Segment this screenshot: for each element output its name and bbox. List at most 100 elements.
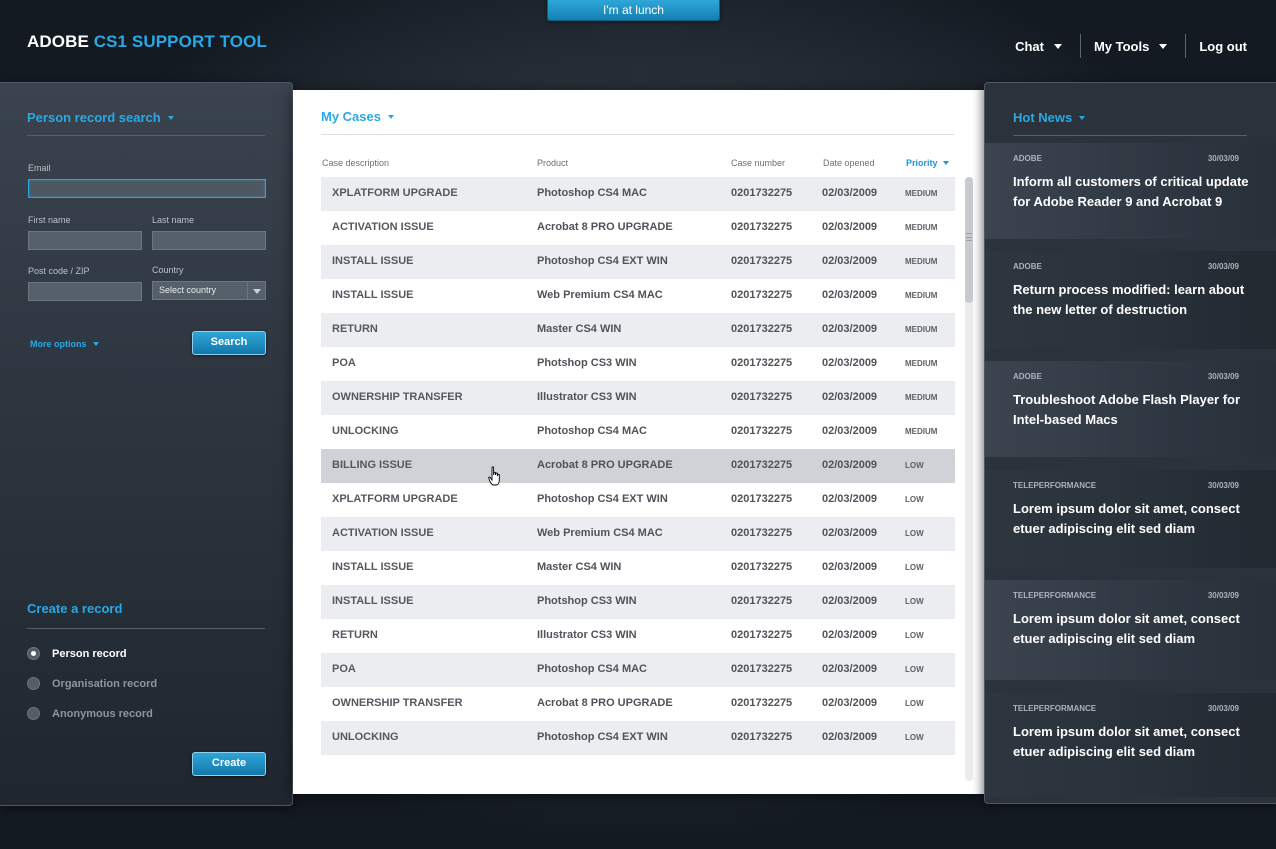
news-headline: Inform all customers of critical update … bbox=[1013, 174, 1249, 209]
column-header-date-opened[interactable]: Date opened bbox=[823, 158, 875, 168]
table-row[interactable]: INSTALL ISSUE Web Premium CS4 MAC 02017322… bbox=[321, 279, 955, 313]
first-name-field[interactable] bbox=[28, 231, 142, 250]
cell-case-description: OWNERSHIP TRANSFER bbox=[332, 391, 463, 403]
logout-label: Log out bbox=[1199, 38, 1247, 54]
more-options-toggle[interactable]: More options bbox=[30, 339, 99, 349]
radio-person-record[interactable]: Person record bbox=[27, 647, 127, 660]
cell-priority: MEDIUM bbox=[905, 359, 938, 368]
person-record-search-menu[interactable]: Person record search bbox=[27, 110, 174, 125]
divider bbox=[321, 134, 954, 135]
cell-case-description: POA bbox=[332, 357, 356, 369]
cell-date-opened: 02/03/2009 bbox=[822, 459, 878, 471]
last-name-label: Last name bbox=[152, 215, 195, 225]
table-row[interactable]: XPLATFORM UPGRADE Photoshop CS4 EXT WIN 02… bbox=[321, 483, 955, 517]
table-row[interactable]: INSTALL ISSUE Photoshop CS4 EXT WIN 020173… bbox=[321, 245, 955, 279]
cell-case-description: RETURN bbox=[332, 323, 378, 335]
table-row[interactable]: INSTALL ISSUE Photshop CS3 WIN 0201732275 0… bbox=[321, 585, 955, 619]
sort-descending-icon bbox=[942, 161, 949, 165]
cell-product: Photshop CS3 WIN bbox=[537, 357, 637, 369]
table-row[interactable]: UNLOCKING Photoshop CS4 EXT WIN 0201732275… bbox=[321, 721, 955, 755]
cell-case-description: ACTIVATION ISSUE bbox=[332, 221, 434, 233]
logout-link[interactable]: Log out bbox=[1199, 39, 1247, 54]
chevron-down-icon bbox=[1079, 115, 1086, 120]
app-title-prefix: ADOBE bbox=[27, 32, 89, 51]
hot-news-panel: Hot News ADOBE 30/03/09 Inform all custome… bbox=[984, 82, 1276, 804]
radio-anonymous-record[interactable]: Anonymous record bbox=[27, 707, 153, 720]
cell-case-description: UNLOCKING bbox=[332, 425, 399, 437]
news-source: ADOBE bbox=[1013, 262, 1042, 271]
radio-unchecked-icon bbox=[27, 677, 40, 690]
cell-product: Photoshop CS4 MAC bbox=[537, 663, 647, 675]
news-item[interactable]: TELEPERFORMANCE 30/03/09 Lorem ipsum dolor… bbox=[985, 470, 1276, 568]
cell-date-opened: 02/03/2009 bbox=[822, 391, 878, 403]
news-item[interactable]: TELEPERFORMANCE 30/03/09 Lorem ipsum dolor… bbox=[985, 693, 1276, 797]
chevron-down-icon bbox=[387, 114, 394, 119]
news-item[interactable]: TELEPERFORMANCE 30/03/09 Lorem ipsum dolor… bbox=[985, 580, 1276, 680]
cell-product: Acrobat 8 PRO UPGRADE bbox=[537, 459, 673, 471]
chat-menu[interactable]: Chat bbox=[1015, 39, 1062, 54]
news-date: 30/03/09 bbox=[1207, 154, 1239, 163]
cell-date-opened: 02/03/2009 bbox=[822, 527, 878, 539]
cell-case-description: BILLING ISSUE bbox=[332, 459, 413, 471]
cell-case-number: 0201732275 bbox=[731, 187, 793, 199]
my-cases-menu[interactable]: My Cases bbox=[321, 109, 394, 124]
im-at-lunch-button[interactable]: I'm at lunch bbox=[547, 0, 720, 21]
email-label: Email bbox=[28, 163, 51, 173]
cell-case-number: 0201732275 bbox=[731, 391, 793, 403]
news-date: 30/03/09 bbox=[1207, 704, 1239, 713]
table-row[interactable]: POA Photoshop CS4 MAC 0201732275 02/03/2009… bbox=[321, 653, 955, 687]
app-logo: ADOBE CS1 SUPPORT TOOL bbox=[27, 32, 267, 52]
table-row[interactable]: RETURN Master CS4 WIN 0201732275 02/03/2009… bbox=[321, 313, 955, 347]
cell-product: Acrobat 8 PRO UPGRADE bbox=[537, 697, 673, 709]
app-title-accent: CS1 SUPPORT TOOL bbox=[93, 32, 267, 51]
cell-case-number: 0201732275 bbox=[731, 357, 793, 369]
my-cases-title: My Cases bbox=[321, 109, 381, 124]
cell-priority: LOW bbox=[905, 597, 924, 606]
country-select[interactable]: Select country bbox=[152, 281, 266, 300]
nav-divider bbox=[1185, 34, 1187, 58]
table-row[interactable]: UNLOCKING Photoshop CS4 MAC 0201732275 02/0… bbox=[321, 415, 955, 449]
cell-case-number: 0201732275 bbox=[731, 697, 793, 709]
cell-date-opened: 02/03/2009 bbox=[822, 561, 878, 573]
email-field[interactable] bbox=[28, 179, 266, 198]
cell-case-description: OWNERSHIP TRANSFER bbox=[332, 697, 463, 709]
create-button[interactable]: Create bbox=[192, 752, 266, 776]
cell-priority: MEDIUM bbox=[905, 189, 938, 198]
cell-case-number: 0201732275 bbox=[731, 493, 793, 505]
news-item[interactable]: ADOBE 30/03/09 Inform all customers of cri… bbox=[985, 143, 1276, 239]
table-row[interactable]: OWNERSHIP TRANSFER Acrobat 8 PRO UPGRADE 0… bbox=[321, 687, 955, 721]
table-row[interactable]: POA Photshop CS3 WIN 0201732275 02/03/2009 M… bbox=[321, 347, 955, 381]
table-row[interactable]: INSTALL ISSUE Master CS4 WIN 0201732275 02/… bbox=[321, 551, 955, 585]
column-header-case-number[interactable]: Case number bbox=[731, 158, 785, 168]
column-header-case-description[interactable]: Case description bbox=[322, 158, 389, 168]
cell-priority: MEDIUM bbox=[905, 427, 938, 436]
search-button[interactable]: Search bbox=[192, 331, 266, 355]
last-name-field[interactable] bbox=[152, 231, 266, 250]
cell-date-opened: 02/03/2009 bbox=[822, 493, 878, 505]
column-header-product[interactable]: Product bbox=[537, 158, 568, 168]
radio-label: Organisation record bbox=[52, 677, 158, 690]
news-date: 30/03/09 bbox=[1207, 591, 1239, 600]
table-row[interactable]: ACTIVATION ISSUE Web Premium CS4 MAC 02017… bbox=[321, 517, 955, 551]
news-item[interactable]: ADOBE 30/03/09 Return process modified: le… bbox=[985, 251, 1276, 349]
cell-date-opened: 02/03/2009 bbox=[822, 595, 878, 607]
cell-case-number: 0201732275 bbox=[731, 595, 793, 607]
table-row[interactable]: ACTIVATION ISSUE Acrobat 8 PRO UPGRADE 020… bbox=[321, 211, 955, 245]
radio-organisation-record[interactable]: Organisation record bbox=[27, 677, 157, 690]
postcode-field[interactable] bbox=[28, 282, 142, 301]
news-headline: Troubleshoot Adobe Flash Player for Inte… bbox=[1013, 392, 1241, 427]
news-item[interactable]: ADOBE 30/03/09 Troubleshoot Adobe Flash Pl… bbox=[985, 361, 1276, 457]
my-tools-menu[interactable]: My Tools bbox=[1094, 39, 1168, 54]
table-row[interactable]: BILLING ISSUE Acrobat 8 PRO UPGRADE 020173… bbox=[321, 449, 955, 483]
cell-product: Web Premium CS4 MAC bbox=[537, 527, 663, 539]
column-header-priority[interactable]: Priority bbox=[906, 158, 949, 168]
table-row[interactable]: OWNERSHIP TRANSFER Illustrator CS3 WIN 020… bbox=[321, 381, 955, 415]
table-row[interactable]: XPLATFORM UPGRADE Photoshop CS4 MAC 020173… bbox=[321, 177, 955, 211]
table-row[interactable]: RETURN Illustrator CS3 WIN 0201732275 02/03… bbox=[321, 619, 955, 653]
cell-priority: MEDIUM bbox=[905, 325, 938, 334]
cell-priority: LOW bbox=[905, 733, 924, 742]
scrollbar[interactable] bbox=[965, 177, 973, 781]
scroll-grip-icon bbox=[966, 233, 972, 241]
my-cases-panel: My Cases Case description Product Case n… bbox=[293, 90, 984, 794]
hot-news-menu[interactable]: Hot News bbox=[1013, 110, 1086, 125]
